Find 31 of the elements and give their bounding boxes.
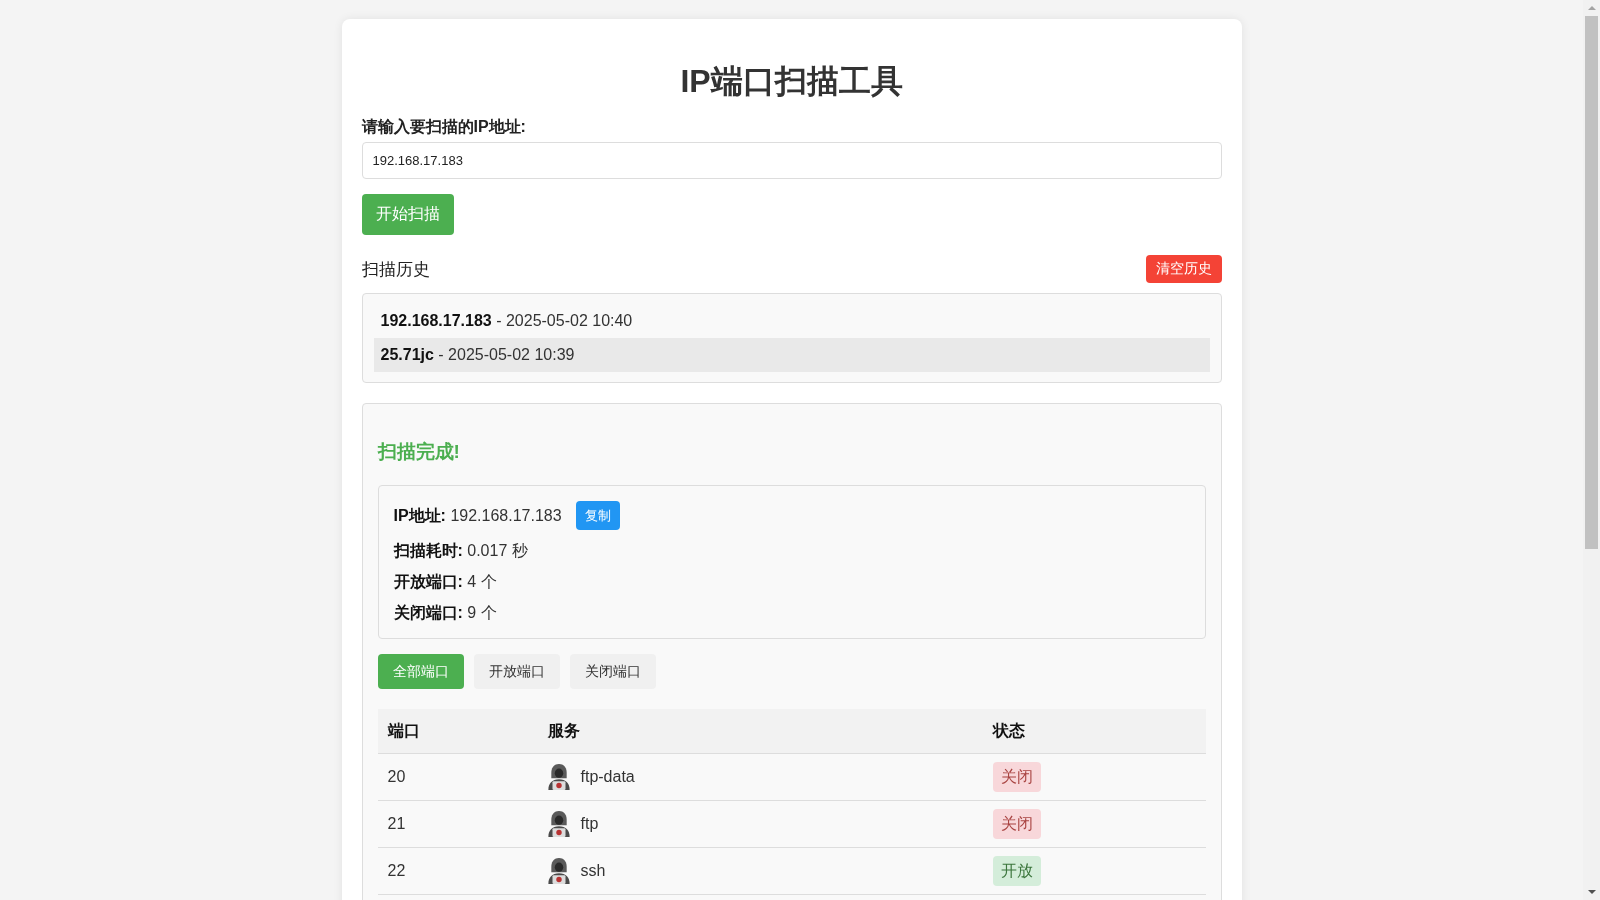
summary-text: 开放端口: 4 个 [393, 572, 497, 592]
port-number: 22 [377, 847, 538, 895]
hooded-figure-icon [547, 858, 570, 884]
summary-text: IP地址: 192.168.17.183 [393, 506, 562, 526]
column-header: 服务 [537, 709, 983, 754]
history-item[interactable]: 25.71jc - 2025-05-02 10:39 [373, 338, 1210, 372]
status-message: 扫描完成! [377, 440, 461, 464]
status-badge: 开放 [992, 856, 1041, 886]
page-title: IP端口扫描工具 [679, 63, 904, 100]
filter-tab[interactable]: 关闭端口 [569, 654, 656, 689]
service-name: ssh [580, 862, 606, 880]
clear-history-button[interactable]: 清空历史 [1145, 255, 1222, 283]
filter-tab[interactable]: 开放端口 [473, 654, 560, 689]
hooded-figure-icon [547, 764, 570, 790]
summary-text: 扫描耗时: 0.017 秒 [393, 541, 528, 561]
section-heading: 扫描历史 [361, 258, 430, 281]
port-number: 21 [377, 800, 538, 848]
summary-text: 关闭端口: 9 个 [393, 603, 497, 623]
scrollbar-thumb[interactable] [1585, 16, 1598, 549]
hooded-figure-icon [547, 811, 570, 837]
service-name: ftp [580, 815, 599, 833]
ip-input-field[interactable]: 192.168.17.183 [361, 142, 1222, 179]
column-header: 端口 [377, 709, 538, 754]
field-label: 请输入要扫描的IP地址: [361, 118, 527, 136]
service-name: ftp-data [580, 768, 635, 786]
column-header: 状态 [982, 709, 1206, 754]
port-number: 20 [377, 753, 538, 801]
up-arrow-icon[interactable] [1587, 6, 1596, 10]
status-badge: 关闭 [992, 809, 1041, 839]
down-arrow-icon[interactable] [1587, 890, 1596, 894]
status-badge: 关闭 [992, 762, 1041, 792]
